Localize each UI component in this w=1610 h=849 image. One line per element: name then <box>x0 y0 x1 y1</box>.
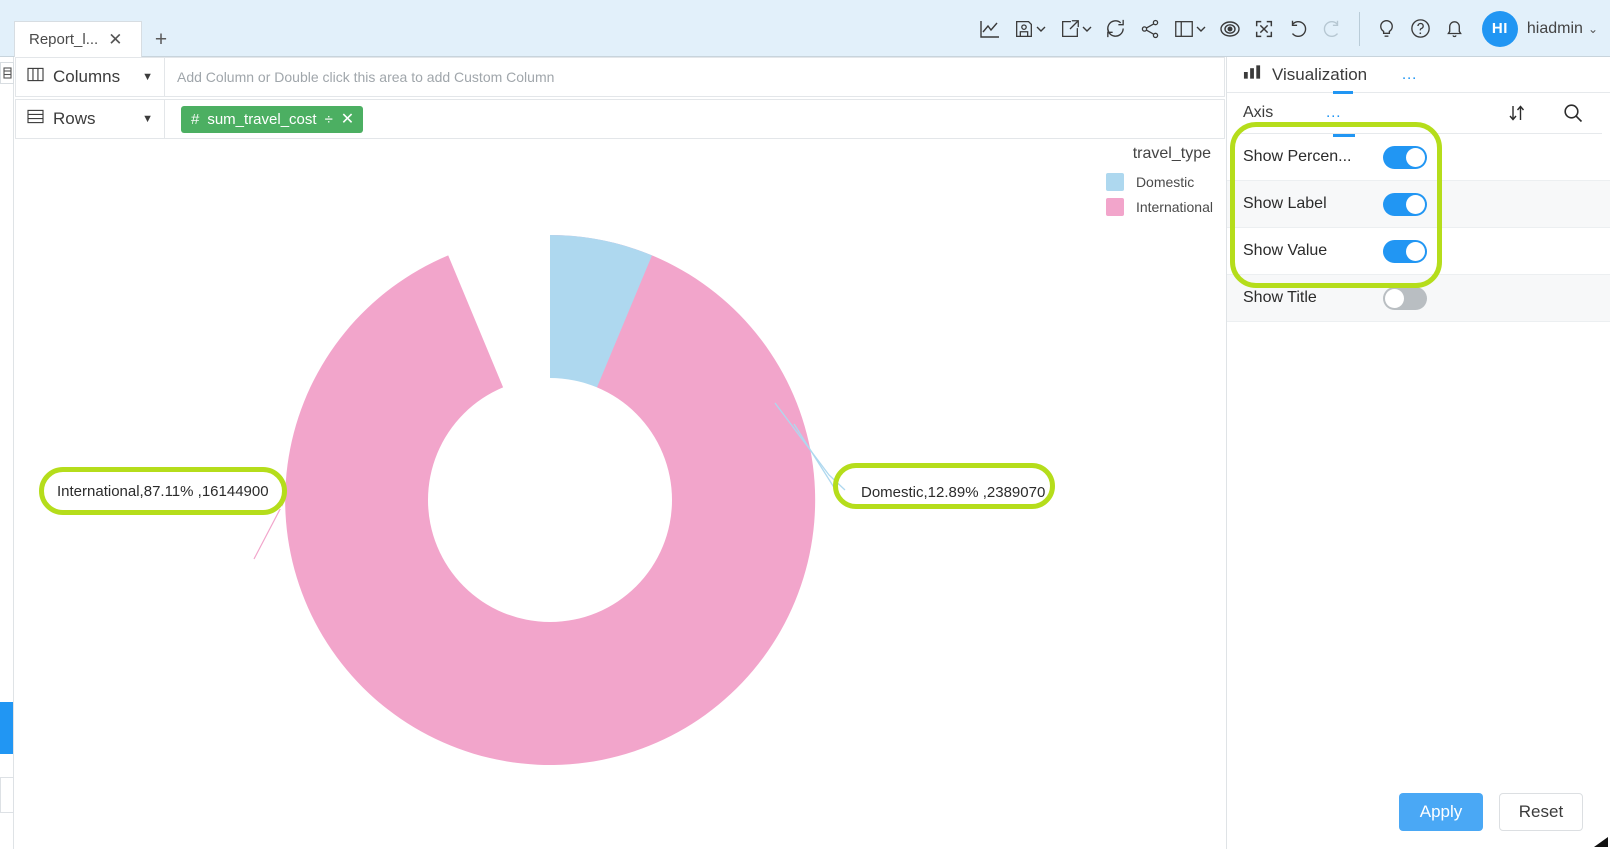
corner-arrow-icon <box>1594 837 1608 847</box>
rows-shelf-label: Rows <box>53 109 96 128</box>
axis-more-icon[interactable]: … <box>1325 104 1342 122</box>
report-tab[interactable]: Report_l... ✕ <box>14 21 142 57</box>
axis-tab-row: Axis … <box>1227 93 1610 133</box>
tab-axis[interactable]: Axis <box>1243 104 1273 122</box>
panel-title: Visualization <box>1272 64 1368 84</box>
columns-placeholder: Add Column or Double click this area to … <box>177 69 555 85</box>
columns-shelf-label: Columns <box>53 67 121 86</box>
layout-icon[interactable] <box>1167 12 1213 46</box>
divide-icon[interactable]: ÷ <box>325 111 333 128</box>
tab-strip: Report_l... ✕ + <box>14 0 178 57</box>
data-label-domestic[interactable]: Domestic,12.89% ,2389070 <box>848 475 1059 510</box>
columns-icon <box>27 67 44 87</box>
share-icon[interactable] <box>1133 12 1167 46</box>
top-bar: Report_l... ✕ + HI hiadmin ⌄ <box>0 0 1610 57</box>
data-label-text: Domestic,12.89% ,2389070 <box>861 484 1046 501</box>
toolbar-divider <box>1358 11 1360 46</box>
chart-icon[interactable] <box>973 12 1007 46</box>
show-title-toggle[interactable] <box>1383 286 1427 310</box>
save-icon[interactable] <box>1007 12 1053 46</box>
rail-active-indicator[interactable] <box>0 702 13 754</box>
chart-panel-icon <box>1243 64 1262 85</box>
redo-icon[interactable] <box>1315 12 1349 46</box>
notification-icon[interactable] <box>1438 12 1472 46</box>
application-window: Report_l... ✕ + HI hiadmin ⌄ Columns ▼ A… <box>0 0 1610 849</box>
rows-shelf: Rows ▼ # sum_travel_cost ÷ ✕ <box>15 99 1225 139</box>
option-row-show-title: Show Title <box>1227 275 1610 322</box>
columns-drop-zone[interactable]: Add Column or Double click this area to … <box>165 57 1225 97</box>
option-label: Show Title <box>1243 289 1317 306</box>
chevron-down-icon: ⌄ <box>1587 21 1598 36</box>
export-icon[interactable] <box>1053 12 1099 46</box>
panel-header: Visualization … <box>1227 57 1610 93</box>
avatar: HI <box>1481 10 1518 47</box>
option-row-show-percentage: Show Percen... <box>1227 134 1610 181</box>
shelf-area: Columns ▼ Add Column or Double click thi… <box>15 57 1225 141</box>
rows-shelf-header[interactable]: Rows ▼ <box>15 99 165 139</box>
undo-icon[interactable] <box>1281 12 1315 46</box>
tab-label: Report_l... <box>29 31 99 48</box>
plus-icon[interactable]: + <box>144 23 178 57</box>
show-percentage-toggle[interactable] <box>1383 145 1427 169</box>
panel-more-icon[interactable]: … <box>1401 66 1418 84</box>
chevron-down-icon[interactable]: ▼ <box>142 71 153 83</box>
apply-button[interactable]: Apply <box>1399 793 1483 831</box>
columns-shelf-header[interactable]: Columns ▼ <box>15 57 165 97</box>
option-label: Show Value <box>1243 242 1328 259</box>
idea-icon[interactable] <box>1370 12 1404 46</box>
refresh-icon[interactable] <box>1099 12 1133 46</box>
data-label-text: International,87.11% ,16144900 <box>57 483 269 500</box>
remove-field-icon[interactable]: ✕ <box>341 109 354 129</box>
field-pill-label: sum_travel_cost <box>207 110 317 128</box>
option-row-show-label: Show Label <box>1227 181 1610 228</box>
rail-collapse-button[interactable] <box>0 777 14 813</box>
option-label: Show Percen... <box>1243 148 1352 165</box>
help-icon[interactable] <box>1404 12 1438 46</box>
measure-hash-icon: # <box>191 110 200 128</box>
user-name: hiadmin <box>1526 19 1583 37</box>
visualization-panel: Visualization … Axis … Show Percen... Sh… <box>1226 57 1610 849</box>
option-label: Show Label <box>1243 195 1327 212</box>
axis-tab-underline <box>1333 134 1355 137</box>
data-label-international[interactable]: International,87.11% ,16144900 <box>44 474 282 509</box>
show-value-toggle[interactable] <box>1383 239 1427 263</box>
data-source-icon[interactable] <box>0 62 14 84</box>
panel-footer: Apply Reset <box>1227 793 1610 831</box>
preview-icon[interactable] <box>1213 12 1247 46</box>
reset-button[interactable]: Reset <box>1499 793 1583 831</box>
chevron-down-icon[interactable]: ▼ <box>142 113 153 125</box>
columns-shelf: Columns ▼ Add Column or Double click thi… <box>15 57 1225 97</box>
user-menu[interactable]: HI hiadmin ⌄ <box>1481 10 1598 47</box>
field-pill-sum-travel-cost[interactable]: # sum_travel_cost ÷ ✕ <box>181 105 364 133</box>
close-icon[interactable]: ✕ <box>108 31 122 48</box>
leader-line-dom <box>793 423 836 490</box>
fullscreen-icon[interactable] <box>1247 12 1281 46</box>
option-row-show-value: Show Value <box>1227 228 1610 275</box>
panel-tab-underline <box>1333 91 1353 94</box>
rows-drop-zone[interactable]: # sum_travel_cost ÷ ✕ <box>165 99 1225 139</box>
chart-canvas: travel_type Domestic International Inter… <box>15 141 1225 849</box>
rows-icon <box>27 109 44 129</box>
search-icon[interactable] <box>1558 98 1588 128</box>
toolbar: HI hiadmin ⌄ <box>973 0 1604 57</box>
left-rail <box>0 57 14 849</box>
sort-icon[interactable] <box>1502 98 1532 128</box>
show-label-toggle[interactable] <box>1383 192 1427 216</box>
